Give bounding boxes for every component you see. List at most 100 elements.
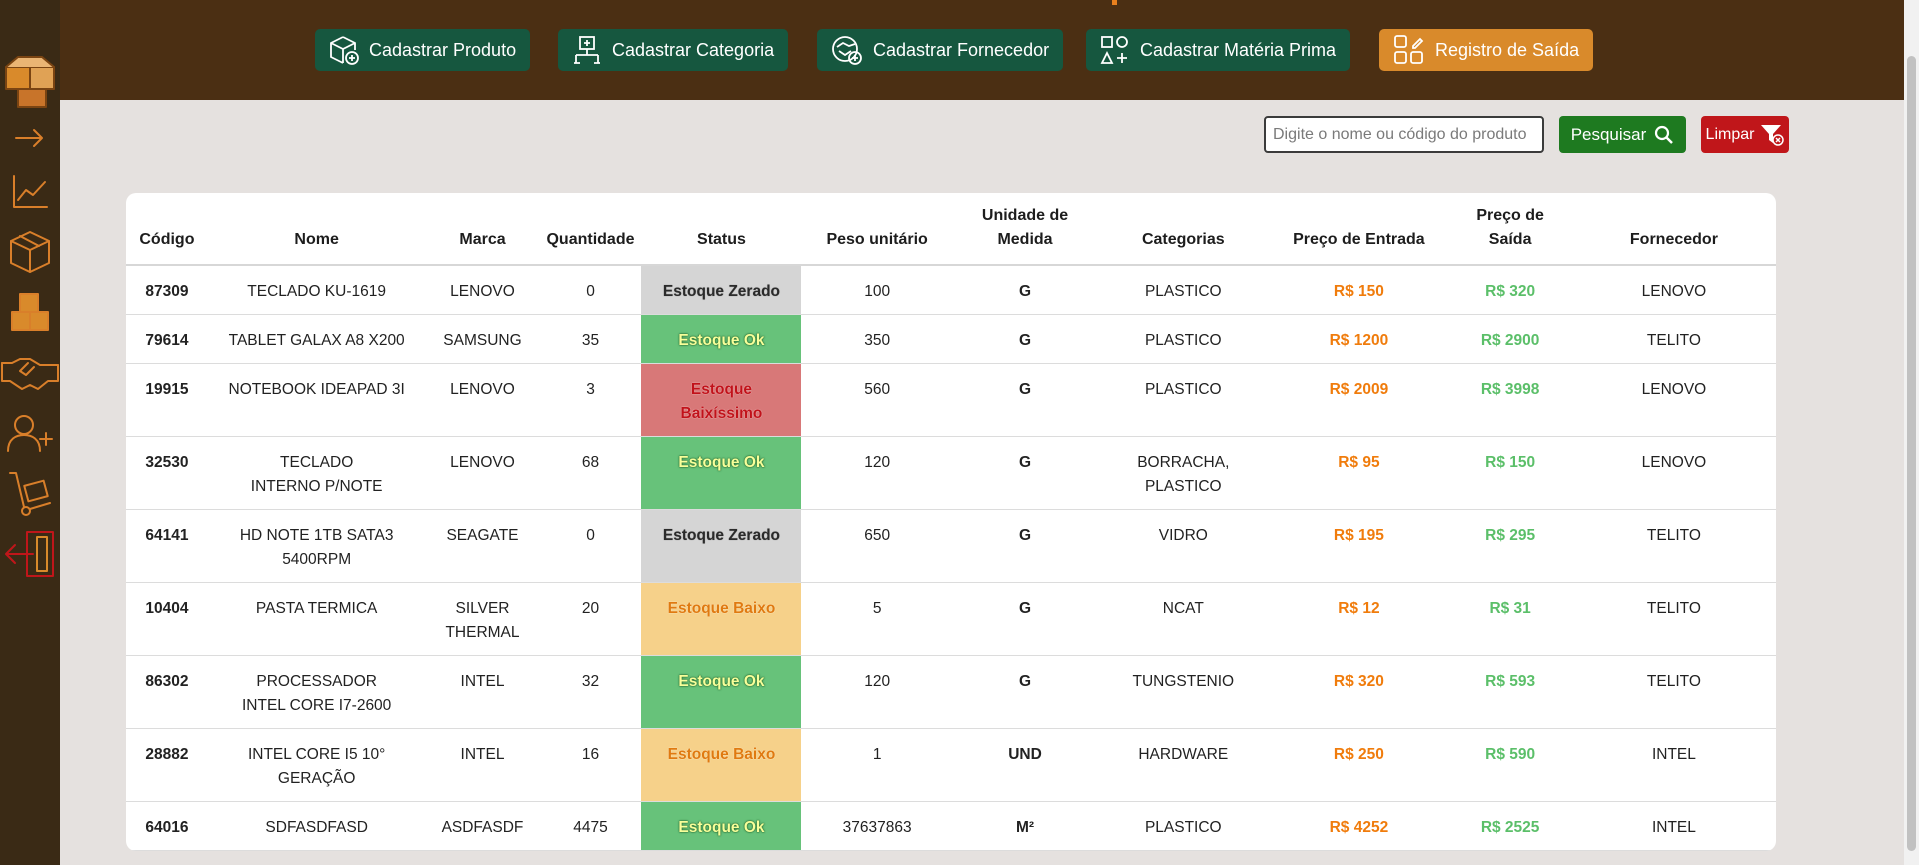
cell-preco-entrada: R$ 95: [1269, 436, 1449, 510]
cell-unidade: G: [952, 655, 1098, 729]
cell-peso: 5: [801, 582, 953, 656]
table-row[interactable]: 64141 HD NOTE 1TB SATA3 5400RPM SEAGATE …: [126, 509, 1776, 583]
cell-peso: 120: [801, 436, 953, 510]
top-navbar: Cadastrar Produto Cadastrar Categoria Ca…: [60, 0, 1904, 100]
cell-marca: SAMSUNG: [425, 314, 540, 364]
logout-icon[interactable]: [0, 528, 60, 580]
cell-preco-entrada: R$ 12: [1269, 582, 1449, 656]
status-badge: Estoque Baixo: [641, 582, 802, 656]
cadastrar-categoria-label: Cadastrar Categoria: [612, 39, 775, 60]
header-preco-saida-line2: Saída: [1488, 231, 1532, 248]
clear-button-label: Limpar: [1705, 125, 1755, 143]
cadastrar-fornecedor-button[interactable]: Cadastrar Fornecedor: [817, 29, 1064, 71]
cadastrar-produto-label: Cadastrar Produto: [369, 39, 517, 60]
search-input[interactable]: [1264, 116, 1544, 153]
cell-nome: HD NOTE 1TB SATA3 5400RPM: [207, 509, 426, 583]
cell-fornecedor: INTEL: [1571, 728, 1776, 802]
cell-marca: INTEL: [425, 728, 540, 802]
cell-codigo: 79614: [126, 314, 208, 364]
cell-nome: TECLADO KU-1619: [207, 265, 426, 315]
table-row[interactable]: 28882 INTEL CORE I5 10° GERAÇÃO INTEL 16…: [126, 728, 1776, 802]
cell-codigo: 64016: [126, 801, 208, 851]
cell-unidade: G: [952, 363, 1098, 437]
box-plus-icon: [330, 36, 359, 65]
cell-codigo: 86302: [126, 655, 208, 729]
cell-codigo: 64141: [126, 509, 208, 583]
cadastrar-produto-button[interactable]: Cadastrar Produto: [315, 29, 531, 71]
cell-peso: 120: [801, 655, 953, 729]
table-row[interactable]: 10404 PASTA TERMICA SILVER THERMAL 20 Es…: [126, 582, 1776, 656]
status-badge: Estoque Ok: [641, 655, 802, 729]
cadastrar-categoria-button[interactable]: Cadastrar Categoria: [558, 29, 789, 71]
chart-line-icon[interactable]: [0, 172, 60, 212]
cell-categorias: PLASTICO: [1097, 363, 1270, 437]
shapes-plus-icon: [1100, 36, 1128, 64]
status-badge: Estoque Ok: [641, 801, 802, 851]
shapes-edit-icon: [1394, 35, 1424, 64]
cadastrar-materia-prima-button[interactable]: Cadastrar Matéria Prima: [1086, 29, 1351, 71]
status-badge: Estoque Ok: [641, 436, 802, 510]
cell-preco-saida: R$ 320: [1448, 265, 1572, 315]
products-table-card: Código Nome Marca Quantidade Status Peso…: [126, 193, 1776, 851]
cell-nome: SDFASDFASD: [207, 801, 426, 851]
cell-peso: 560: [801, 363, 953, 437]
category-plus-icon: [574, 36, 600, 64]
cell-fornecedor: TELITO: [1571, 582, 1776, 656]
cell-peso: 350: [801, 314, 953, 364]
cell-nome: PROCESSADOR INTEL CORE I7-2600: [207, 655, 426, 729]
cell-codigo: 10404: [126, 582, 208, 656]
page-scrollbar-thumb[interactable]: [1907, 56, 1916, 851]
table-row[interactable]: 32530 TECLADO INTERNO P/NOTE LENOVO 68 E…: [126, 436, 1776, 510]
cell-categorias: PLASTICO: [1097, 801, 1270, 851]
hand-truck-icon[interactable]: [0, 468, 60, 518]
registro-de-saida-button[interactable]: Registro de Saída: [1379, 29, 1594, 71]
cadastrar-materia-prima-label: Cadastrar Matéria Prima: [1140, 39, 1337, 60]
cell-quantidade: 68: [539, 436, 642, 510]
status-badge: Estoque Zerado: [641, 265, 802, 315]
cell-preco-entrada: R$ 2009: [1269, 363, 1449, 437]
boxes-icon[interactable]: [0, 288, 60, 338]
logo-boxes-icon[interactable]: [0, 52, 60, 110]
header-preco-saida: Preço de Saída: [1448, 193, 1572, 266]
table-row[interactable]: 79614 TABLET GALAX A8 X200 SAMSUNG 35 Es…: [126, 314, 1776, 364]
cell-categorias: PLASTICO: [1097, 265, 1270, 315]
cell-codigo: 28882: [126, 728, 208, 802]
header-categorias: Categorias: [1097, 193, 1270, 266]
cell-preco-entrada: R$ 4252: [1269, 801, 1449, 851]
cell-preco-saida: R$ 590: [1448, 728, 1572, 802]
box-icon[interactable]: [0, 228, 60, 276]
cell-categorias: BORRACHA, PLASTICO: [1097, 436, 1270, 510]
cell-peso: 650: [801, 509, 953, 583]
header-quantidade: Quantidade: [539, 193, 642, 266]
filter-clear-icon: [1761, 124, 1785, 146]
cell-fornecedor: LENOVO: [1571, 265, 1776, 315]
cell-fornecedor: LENOVO: [1571, 363, 1776, 437]
table-row[interactable]: 19915 NOTEBOOK IDEAPAD 3I LENOVO 3 Estoq…: [126, 363, 1776, 437]
user-plus-icon[interactable]: [0, 410, 60, 456]
cell-codigo: 19915: [126, 363, 208, 437]
search-button[interactable]: Pesquisar: [1559, 116, 1686, 153]
clear-button[interactable]: Limpar: [1701, 116, 1789, 153]
header-nome: Nome: [207, 193, 426, 266]
cell-quantidade: 16: [539, 728, 642, 802]
cell-fornecedor: TELITO: [1571, 314, 1776, 364]
header-unidade-line2: Medida: [997, 231, 1053, 248]
search-button-label: Pesquisar: [1570, 124, 1647, 144]
handshake-plus-icon: [832, 36, 862, 65]
cell-preco-saida: R$ 2900: [1448, 314, 1572, 364]
handshake-icon[interactable]: [0, 350, 60, 396]
table-row[interactable]: 86302 PROCESSADOR INTEL CORE I7-2600 INT…: [126, 655, 1776, 729]
arrow-right-icon[interactable]: [0, 122, 60, 154]
cell-marca: SILVER THERMAL: [425, 582, 540, 656]
cell-preco-saida: R$ 31: [1448, 582, 1572, 656]
cell-unidade: G: [952, 509, 1098, 583]
cell-marca: LENOVO: [425, 436, 540, 510]
table-row[interactable]: 87309 TECLADO KU-1619 LENOVO 0 Estoque Z…: [126, 265, 1776, 315]
cell-preco-entrada: R$ 1200: [1269, 314, 1449, 364]
header-preco-saida-line1: Preço de: [1476, 207, 1544, 224]
table-row[interactable]: 64016 SDFASDFASD ASDFASDF 4475 Estoque O…: [126, 801, 1776, 851]
cell-categorias: NCAT: [1097, 582, 1270, 656]
cadastrar-fornecedor-label: Cadastrar Fornecedor: [873, 39, 1050, 60]
cell-fornecedor: TELITO: [1571, 655, 1776, 729]
cell-quantidade: 4475: [539, 801, 642, 851]
